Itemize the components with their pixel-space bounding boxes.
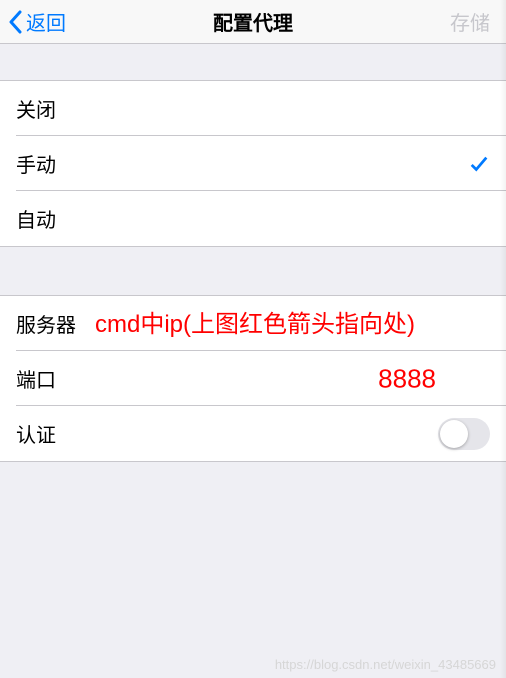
row-label: 关闭 xyxy=(16,94,56,123)
proxy-mode-manual[interactable]: 手动 xyxy=(0,136,506,191)
navigation-bar: 返回 配置代理 存储 xyxy=(0,0,506,44)
save-button[interactable]: 存储 xyxy=(450,7,498,36)
row-label: 手动 xyxy=(16,149,56,178)
back-button[interactable]: 返回 xyxy=(8,7,66,36)
checkmark-icon xyxy=(468,153,490,175)
proxy-config-group: 服务器 cmd中ip(上图红色箭头指向处) 端口 8888 认证 xyxy=(0,295,506,462)
proxy-mode-auto[interactable]: 自动 xyxy=(0,191,506,246)
scroll-edge xyxy=(500,0,506,678)
section-spacer xyxy=(0,44,506,80)
watermark: https://blog.csdn.net/weixin_43485669 xyxy=(275,657,496,672)
server-label: 服务器 xyxy=(16,309,76,338)
chevron-left-icon xyxy=(8,10,22,34)
server-row[interactable]: 服务器 cmd中ip(上图红色箭头指向处) xyxy=(0,296,506,351)
auth-row: 认证 xyxy=(0,406,506,461)
port-label: 端口 xyxy=(16,364,56,393)
back-label: 返回 xyxy=(26,7,66,36)
port-annotation: 8888 xyxy=(378,363,436,394)
port-row[interactable]: 端口 8888 xyxy=(0,351,506,406)
toggle-knob xyxy=(440,420,468,448)
page-title: 配置代理 xyxy=(213,7,293,36)
auth-toggle[interactable] xyxy=(438,418,490,450)
server-annotation: cmd中ip(上图红色箭头指向处) xyxy=(95,304,415,339)
section-spacer xyxy=(0,247,506,295)
auth-label: 认证 xyxy=(16,419,56,448)
proxy-mode-off[interactable]: 关闭 xyxy=(0,81,506,136)
row-label: 自动 xyxy=(16,204,56,233)
proxy-mode-group: 关闭 手动 自动 xyxy=(0,80,506,247)
